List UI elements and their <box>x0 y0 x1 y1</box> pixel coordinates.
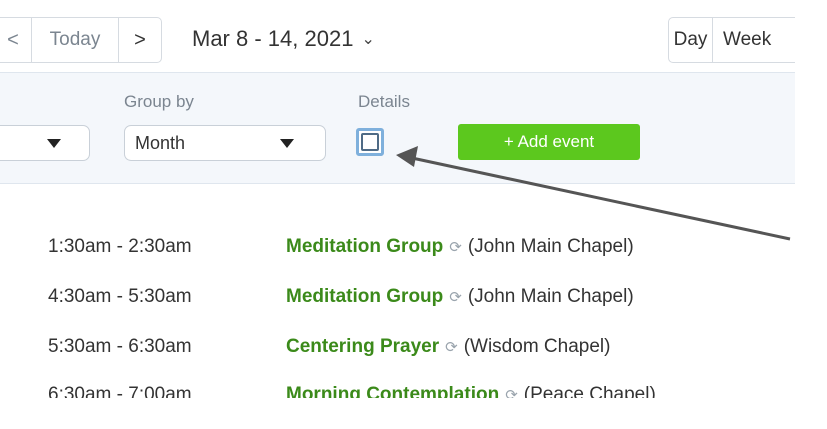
event-title-link[interactable]: Meditation Group <box>286 236 443 257</box>
event-title-line: Morning Contemplation ⟳ (Peace Chapel) <box>286 384 656 398</box>
event-location: (Wisdom Chapel) <box>463 336 611 357</box>
details-checkbox[interactable] <box>356 128 384 156</box>
group-by-select[interactable]: Month <box>124 125 326 161</box>
chevron-left-icon: < <box>7 28 19 51</box>
details-label: Details <box>358 92 410 111</box>
event-title-line: Meditation Group ⟳ (John Main Chapel) <box>286 286 634 308</box>
date-navigation: < Today > <box>0 17 162 63</box>
caret-down-icon <box>280 139 294 148</box>
event-time: 6:30am - 7:00am <box>48 384 192 398</box>
repeat-icon: ⟳ <box>445 339 458 356</box>
view-day-button[interactable]: Day <box>669 18 713 62</box>
event-row: 6:30am - 7:00am Morning Contemplation ⟳ (P… <box>0 384 795 398</box>
view-week-button[interactable]: Week <box>713 18 795 62</box>
chevron-right-icon: > <box>134 28 146 51</box>
repeat-icon: ⟳ <box>449 289 462 306</box>
event-title-link[interactable]: Meditation Group <box>286 286 443 307</box>
next-week-button[interactable]: > <box>119 18 161 62</box>
event-location: (Peace Chapel) <box>523 384 656 398</box>
chevron-down-icon: ⌄ <box>361 31 375 48</box>
event-location: (John Main Chapel) <box>467 286 634 307</box>
event-location: (John Main Chapel) <box>467 236 634 257</box>
filter-bar: Group by Details Month <box>0 72 795 184</box>
date-range-picker[interactable]: Mar 8 - 14, 2021 ⌄ <box>192 26 375 52</box>
group-by-label: Group by <box>124 92 194 111</box>
caret-down-icon <box>47 139 61 148</box>
event-time: 1:30am - 2:30am <box>48 236 192 257</box>
prev-week-button[interactable]: < <box>0 18 32 62</box>
today-button[interactable]: Today <box>32 18 119 62</box>
event-title-link[interactable]: Morning Contemplation <box>286 384 499 398</box>
event-title-line: Meditation Group ⟳ (John Main Chapel) <box>286 236 634 258</box>
event-time: 4:30am - 5:30am <box>48 286 192 307</box>
event-title-line: Centering Prayer ⟳ (Wisdom Chapel) <box>286 336 610 358</box>
repeat-icon: ⟳ <box>449 239 462 256</box>
event-row: 1:30am - 2:30am Meditation Group ⟳ (John M… <box>0 236 795 264</box>
event-title-link[interactable]: Centering Prayer <box>286 336 439 357</box>
calendar-panel: < Today > Mar 8 - 14, 2021 ⌄ Day Week Gr… <box>0 0 795 398</box>
add-event-button[interactable]: + Add event <box>458 124 640 160</box>
date-range-label: Mar 8 - 14, 2021 <box>192 26 354 51</box>
repeat-icon: ⟳ <box>505 387 518 398</box>
event-time: 5:30am - 6:30am <box>48 336 192 357</box>
filter-select[interactable] <box>0 125 90 161</box>
event-row: 4:30am - 5:30am Meditation Group ⟳ (John M… <box>0 286 795 314</box>
group-by-value: Month <box>135 132 186 153</box>
view-switcher: Day Week <box>668 17 795 63</box>
event-row: 5:30am - 6:30am Centering Prayer ⟳ (Wisdom… <box>0 336 795 364</box>
